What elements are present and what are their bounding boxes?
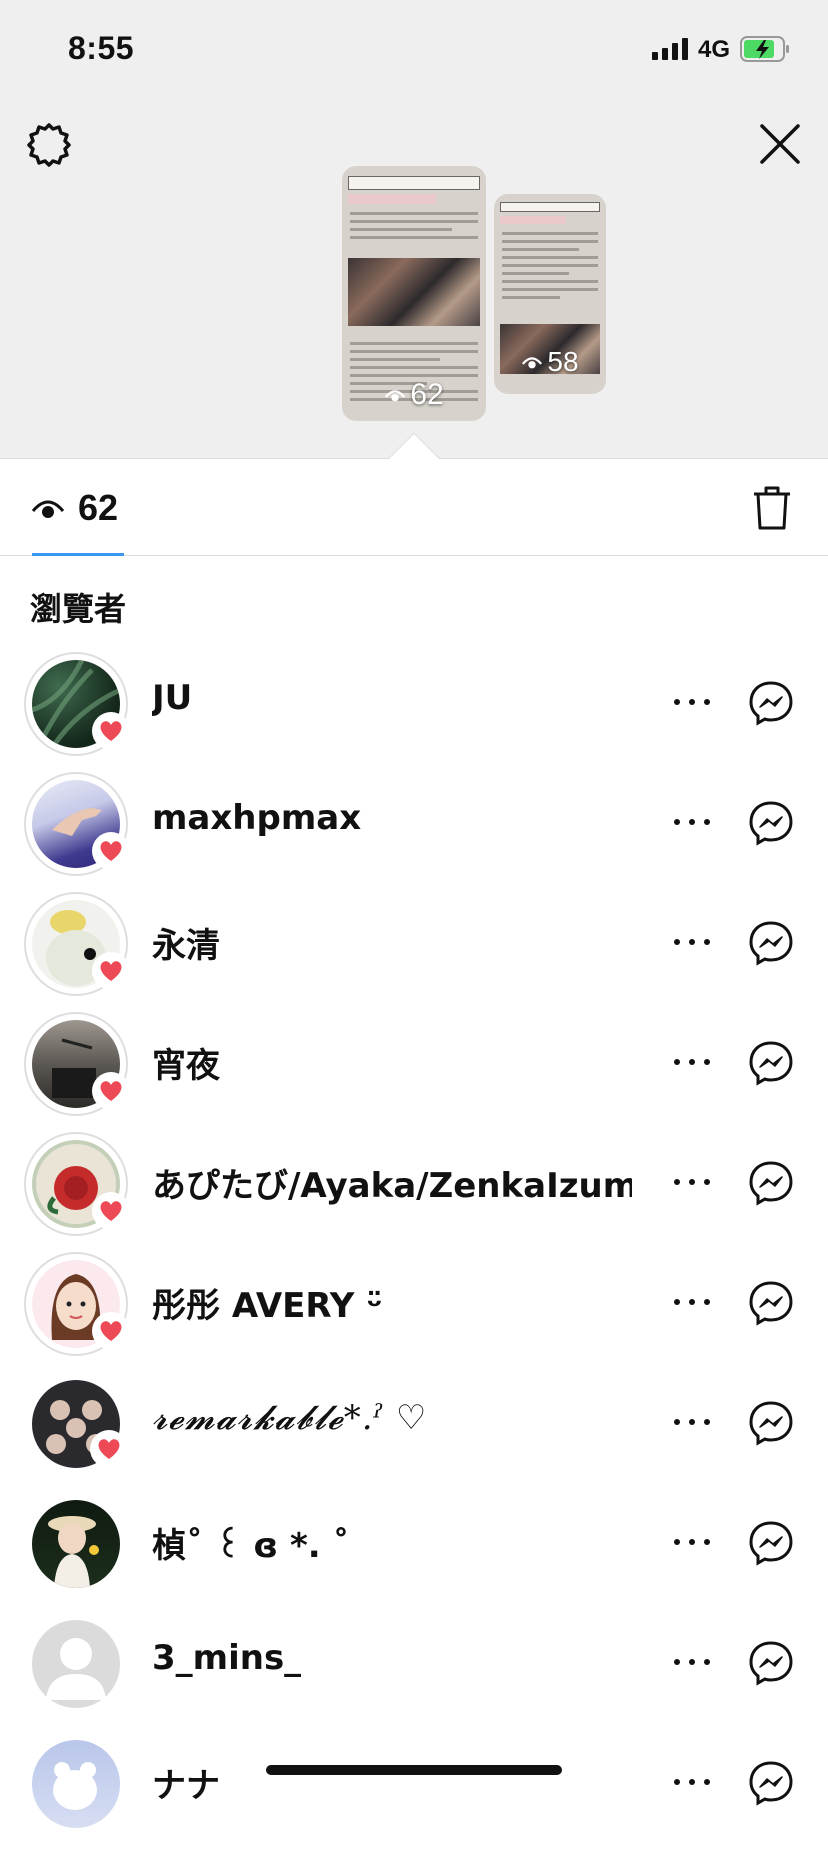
thumbnail-title-strip xyxy=(348,176,480,190)
more-options-icon[interactable] xyxy=(674,1050,710,1074)
more-options-icon[interactable] xyxy=(674,1650,710,1674)
viewer-row[interactable]: ナナ xyxy=(0,1730,828,1850)
avatar[interactable] xyxy=(24,652,130,756)
tab-views[interactable]: 62 xyxy=(30,487,118,529)
viewer-username[interactable]: 3_mins_ xyxy=(152,1638,301,1678)
story-view-count: 58 xyxy=(494,346,606,378)
liked-heart-icon xyxy=(92,1072,130,1110)
avatar[interactable] xyxy=(24,1012,130,1116)
viewer-row[interactable]: 𝓻𝓮𝓶𝓪𝓻𝓴𝓪𝓫𝓵𝓮*.ˀ ♡ xyxy=(0,1370,828,1490)
viewer-username[interactable]: 彤彤 AVERY ᵕ̈ xyxy=(152,1278,383,1327)
default-avatar-icon xyxy=(32,1620,120,1708)
viewer-username[interactable]: 楨˚ ꒰ ɞ *. ˚ xyxy=(152,1518,349,1567)
settings-gear-icon[interactable] xyxy=(26,122,72,168)
messenger-icon[interactable] xyxy=(748,1520,794,1566)
eye-icon xyxy=(522,357,543,369)
avatar[interactable] xyxy=(24,1372,128,1476)
liked-heart-icon xyxy=(92,1192,130,1230)
messenger-icon[interactable] xyxy=(748,800,794,846)
liked-heart-icon xyxy=(92,1312,130,1350)
status-bar: 8:55 4G xyxy=(0,0,828,100)
messenger-icon[interactable] xyxy=(748,1760,794,1806)
story-thumbnail-next[interactable]: 58 xyxy=(494,194,606,394)
more-options-icon[interactable] xyxy=(674,1770,710,1794)
viewers-section-title: 瀏覽者 xyxy=(30,590,127,628)
thumbnail-photo xyxy=(348,258,480,326)
viewer-row[interactable]: 彤彤 AVERY ᵕ̈ xyxy=(0,1250,828,1370)
more-options-icon[interactable] xyxy=(674,1170,710,1194)
thumbnail-title-strip xyxy=(500,202,600,212)
avatar-image xyxy=(32,1500,120,1588)
more-options-icon[interactable] xyxy=(674,930,710,954)
viewer-row[interactable]: 永清 xyxy=(0,890,828,1010)
avatar[interactable] xyxy=(24,1612,128,1716)
thumbnail-subtitle-strip xyxy=(500,216,566,224)
viewer-row[interactable]: 宵夜 xyxy=(0,1010,828,1130)
battery-charging-icon xyxy=(740,36,789,62)
more-options-icon[interactable] xyxy=(674,1290,710,1314)
tab-active-underline xyxy=(32,553,124,556)
avatar[interactable] xyxy=(24,1732,128,1836)
liked-heart-icon xyxy=(92,952,130,990)
avatar[interactable] xyxy=(24,1492,128,1596)
messenger-icon[interactable] xyxy=(748,1160,794,1206)
messenger-icon[interactable] xyxy=(748,1640,794,1686)
network-label: 4G xyxy=(698,36,731,63)
eye-icon xyxy=(31,500,65,518)
thumbnail-text-lines xyxy=(350,212,478,244)
more-options-icon[interactable] xyxy=(674,1530,710,1554)
viewer-username[interactable]: ナナ xyxy=(152,1758,220,1807)
liked-heart-icon xyxy=(92,832,130,870)
thumbnail-text-lines xyxy=(502,232,598,304)
tab-views-count: 62 xyxy=(78,487,119,528)
viewer-list: JU maxhpmax 永清 宵夜 あぴたび/Ayaka/ZenkaIzumi … xyxy=(0,650,828,1850)
viewer-row[interactable]: JU xyxy=(0,650,828,770)
messenger-icon[interactable] xyxy=(748,920,794,966)
viewer-row[interactable]: 楨˚ ꒰ ɞ *. ˚ xyxy=(0,1490,828,1610)
viewer-username[interactable]: 宵夜 xyxy=(152,1038,220,1087)
more-options-icon[interactable] xyxy=(674,1410,710,1434)
viewer-username[interactable]: あぴたび/Ayaka/ZenkaIzumi xyxy=(152,1158,632,1207)
signal-icon xyxy=(652,38,688,60)
thumbnail-subtitle-strip xyxy=(348,194,436,204)
home-indicator[interactable] xyxy=(266,1765,562,1775)
avatar-image xyxy=(32,1740,120,1828)
trash-icon[interactable] xyxy=(750,484,794,532)
messenger-icon[interactable] xyxy=(748,680,794,726)
avatar[interactable] xyxy=(24,1252,130,1356)
avatar[interactable] xyxy=(24,772,130,876)
status-time: 8:55 xyxy=(68,30,135,66)
viewer-row[interactable]: あぴたび/Ayaka/ZenkaIzumi xyxy=(0,1130,828,1250)
avatar[interactable] xyxy=(24,892,130,996)
messenger-icon[interactable] xyxy=(748,1280,794,1326)
more-options-icon[interactable] xyxy=(674,690,710,714)
messenger-icon[interactable] xyxy=(748,1400,794,1446)
liked-heart-icon xyxy=(90,1430,128,1468)
story-view-count: 62 xyxy=(342,378,486,412)
story-thumbnail-current[interactable]: 62 xyxy=(342,166,486,421)
viewer-username[interactable]: 𝓻𝓮𝓶𝓪𝓻𝓴𝓪𝓫𝓵𝓮*.ˀ ♡ xyxy=(152,1398,427,1438)
liked-heart-icon xyxy=(92,712,130,750)
messenger-icon[interactable] xyxy=(748,1040,794,1086)
viewer-row[interactable]: 3_mins_ xyxy=(0,1610,828,1730)
close-icon[interactable] xyxy=(756,120,804,168)
viewer-username[interactable]: maxhpmax xyxy=(152,798,361,838)
viewer-row[interactable]: maxhpmax xyxy=(0,770,828,890)
eye-icon xyxy=(385,390,406,402)
more-options-icon[interactable] xyxy=(674,810,710,834)
viewer-username[interactable]: JU xyxy=(152,678,192,718)
viewer-username[interactable]: 永清 xyxy=(152,918,220,967)
avatar[interactable] xyxy=(24,1132,130,1236)
